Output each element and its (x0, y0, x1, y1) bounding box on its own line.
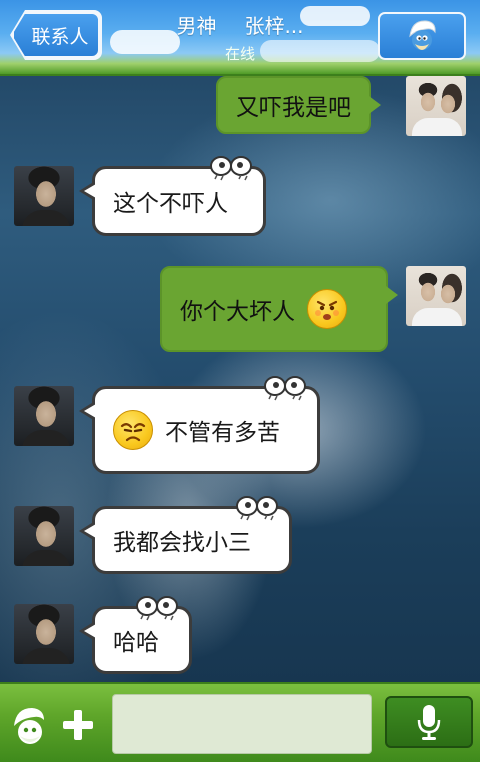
message-bubble-sent[interactable]: 又吓我是吧 (216, 76, 381, 134)
add-attachment-button[interactable] (58, 702, 98, 746)
message-bubble-received[interactable]: 哈哈 (79, 596, 192, 674)
angry-face-emoji (307, 289, 347, 329)
input-toolbar (0, 682, 480, 762)
bubble-eyes-decoration (264, 376, 306, 401)
plus-icon (63, 710, 93, 740)
bubble-eyes-decoration (136, 596, 178, 621)
grumpy-face-emoji (113, 410, 153, 450)
message-text: 又吓我是吧 (236, 95, 351, 121)
message-text: 不管有多苦 (165, 420, 280, 446)
contact-profile-button[interactable] (378, 12, 466, 60)
my-avatar[interactable] (406, 266, 466, 326)
message-text: 哈哈 (113, 630, 159, 656)
contact-second-name: 张梓... (244, 14, 304, 38)
microphone-icon (417, 705, 441, 740)
smurf-avatar-icon (409, 20, 436, 50)
message-bubble-received[interactable]: 这个不吓人 (79, 156, 266, 236)
contact-name: 男神 (176, 14, 217, 38)
header-bar: 联系人 男神 张梓... 在线 (0, 0, 480, 76)
online-status: 在线 (224, 45, 255, 63)
contact-avatar[interactable] (14, 604, 74, 664)
emoji-toggle-button[interactable] (8, 702, 52, 748)
message-bubble-received[interactable]: 不管有多苦 (79, 376, 320, 474)
message-input[interactable] (112, 694, 372, 754)
message-text: 这个不吓人 (113, 191, 228, 217)
contact-avatar[interactable] (14, 506, 74, 566)
message-text: 你个大坏人 (180, 299, 295, 325)
voice-input-button[interactable] (385, 696, 473, 748)
chat-title: 男神 张梓... (140, 10, 340, 39)
message-bubble-received[interactable]: 我都会找小三 (79, 496, 292, 574)
smurf-mascot-icon (14, 708, 44, 744)
message-bubble-sent[interactable]: 你个大坏人 (160, 266, 398, 352)
back-to-contacts-button[interactable]: 联系人 (12, 12, 100, 58)
bubble-eyes-decoration (210, 156, 252, 181)
contact-avatar[interactable] (14, 166, 74, 226)
contact-avatar[interactable] (14, 386, 74, 446)
message-text: 我都会找小三 (113, 530, 251, 556)
back-button-label: 联系人 (31, 25, 89, 48)
bubble-eyes-decoration (236, 496, 278, 521)
my-avatar[interactable] (406, 76, 466, 136)
